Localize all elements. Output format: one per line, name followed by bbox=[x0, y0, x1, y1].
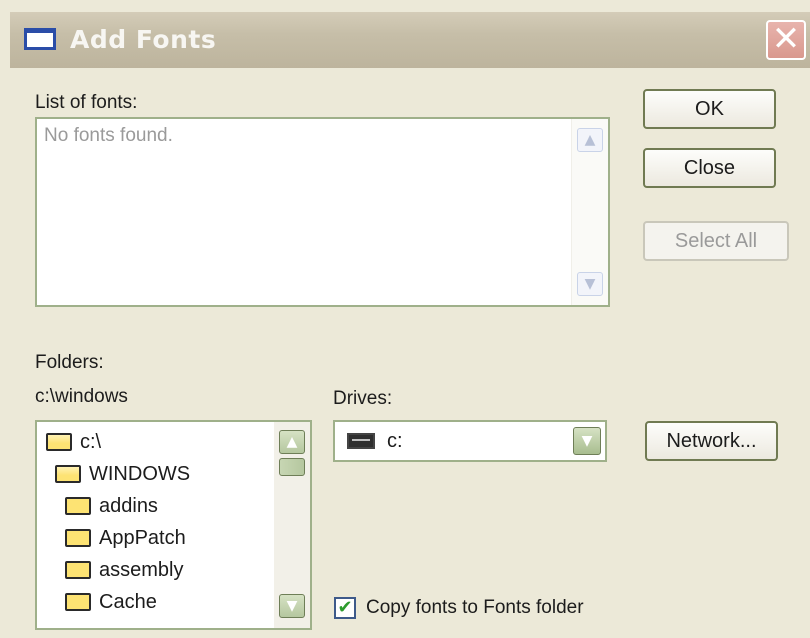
folder-label: AppPatch bbox=[99, 527, 186, 549]
folder-label: c:\ bbox=[80, 431, 102, 453]
list-item[interactable]: assembly bbox=[65, 556, 183, 584]
folder-label: assembly bbox=[99, 559, 184, 581]
fonts-list-scrollbar[interactable]: ▲ ▼ bbox=[571, 119, 608, 305]
folder-icon bbox=[65, 593, 91, 611]
scroll-up-icon[interactable]: ▲ bbox=[577, 128, 603, 152]
window-icon bbox=[24, 28, 56, 50]
network-button[interactable]: Network... bbox=[645, 421, 778, 461]
folder-icon bbox=[65, 497, 91, 515]
fonts-list-label: List of fonts: bbox=[35, 92, 138, 113]
scroll-down-icon[interactable]: ▼ bbox=[577, 272, 603, 296]
window-title: Add Fonts bbox=[70, 25, 217, 54]
add-fonts-dialog: Add Fonts ✕ List of fonts: No fonts foun… bbox=[0, 0, 810, 638]
drive-icon bbox=[347, 433, 375, 449]
fonts-empty-message: No fonts found. bbox=[44, 125, 173, 146]
scroll-thumb[interactable] bbox=[279, 458, 305, 476]
folder-label: addins bbox=[99, 495, 158, 517]
open-folder-icon bbox=[46, 433, 72, 451]
select-all-button[interactable]: Select All bbox=[643, 221, 789, 261]
selected-drive: c: bbox=[387, 430, 403, 452]
scroll-down-icon[interactable]: ▼ bbox=[279, 594, 305, 618]
list-item[interactable]: Cache bbox=[65, 588, 157, 616]
folder-icon bbox=[65, 529, 91, 547]
list-item[interactable]: WINDOWS bbox=[55, 460, 190, 488]
close-button[interactable]: Close bbox=[643, 148, 776, 188]
folders-label: Folders: bbox=[35, 352, 104, 373]
drives-label: Drives: bbox=[333, 388, 393, 409]
fonts-list[interactable]: No fonts found. ▲ ▼ bbox=[35, 117, 610, 307]
folders-list[interactable]: c:\ WINDOWS addins AppPatch assembly Cac… bbox=[35, 420, 312, 630]
scroll-up-icon[interactable]: ▲ bbox=[279, 430, 305, 454]
title-bar[interactable]: Add Fonts ✕ bbox=[10, 12, 810, 68]
list-item[interactable]: c:\ bbox=[46, 428, 101, 456]
copy-fonts-label[interactable]: Copy fonts to Fonts folder bbox=[366, 597, 584, 619]
close-window-button[interactable]: ✕ bbox=[766, 20, 806, 60]
chevron-down-icon[interactable]: ▼ bbox=[573, 427, 601, 455]
folder-label: WINDOWS bbox=[89, 463, 191, 485]
list-item[interactable]: AppPatch bbox=[65, 524, 186, 552]
copy-fonts-checkbox[interactable]: ✔ bbox=[334, 597, 356, 619]
list-item[interactable]: addins bbox=[65, 492, 158, 520]
ok-button[interactable]: OK bbox=[643, 89, 776, 129]
drives-select[interactable]: c: ▼ bbox=[333, 420, 607, 462]
open-folder-icon bbox=[55, 465, 81, 483]
folder-label: Cache bbox=[99, 591, 157, 613]
folders-list-scrollbar[interactable]: ▲ ▼ bbox=[274, 422, 310, 628]
current-folder-path: c:\windows bbox=[35, 386, 128, 407]
folder-icon bbox=[65, 561, 91, 579]
